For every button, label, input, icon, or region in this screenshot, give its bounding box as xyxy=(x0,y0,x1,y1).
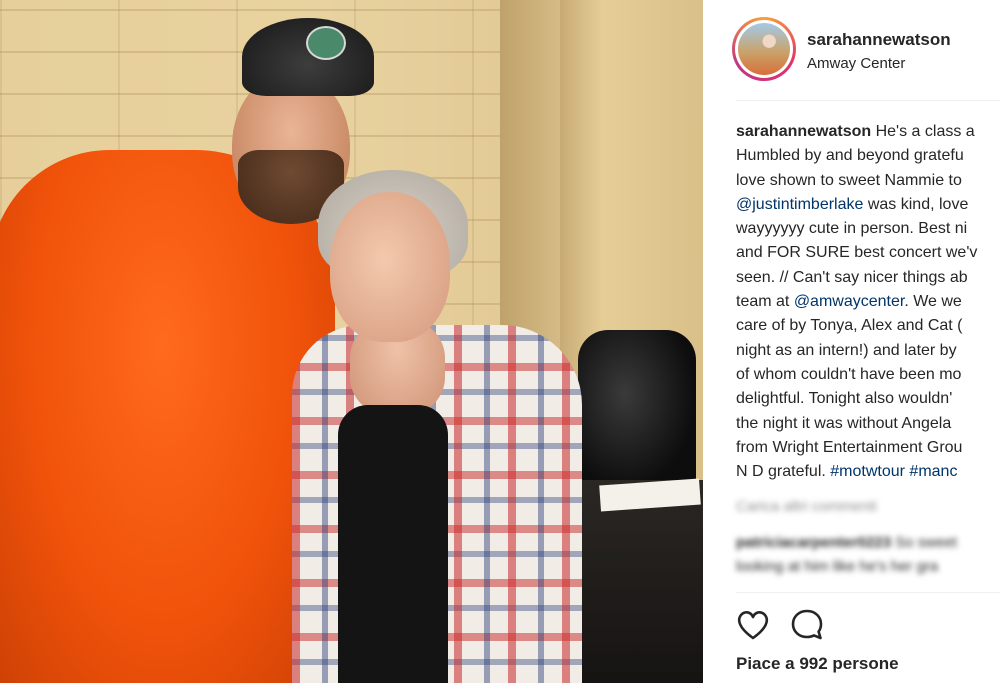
heart-icon[interactable] xyxy=(735,607,771,643)
hashtag-link[interactable]: #manc xyxy=(909,463,957,480)
caption-text: the night it was without Angela xyxy=(736,414,952,432)
comment-text: looking at him like he's her gra xyxy=(736,558,939,575)
man-orange-hoodie xyxy=(0,150,335,683)
username-link[interactable]: sarahannewatson xyxy=(807,30,951,50)
caption-text: from Wright Entertainment Grou xyxy=(736,438,963,456)
comment: patriciacarpenter0223 So sweet xyxy=(736,534,1000,551)
caption-text: delightful. Tonight also wouldn' xyxy=(736,390,953,408)
caption-text: . We we xyxy=(904,293,962,311)
caption-text: care of by Tonya, Alex and Cat ( xyxy=(736,317,963,335)
caption-text: seen. // Can't say nicer things ab xyxy=(736,268,968,286)
hashtag-link[interactable]: #motwtour xyxy=(830,463,905,480)
divider xyxy=(736,100,1000,101)
post-sidebar: sarahannewatson Amway Center sarahannewa… xyxy=(703,0,1000,683)
caption-text: love shown to sweet Nammie to xyxy=(736,171,962,189)
load-more-comments[interactable]: Carica altri commenti xyxy=(736,498,1000,515)
woman-black-top xyxy=(338,405,448,683)
likes-count[interactable]: Piace a 992 persone xyxy=(736,654,899,674)
caption-text: was kind, love xyxy=(863,195,969,213)
post-header: sarahannewatson Amway Center xyxy=(703,0,1000,100)
mention-link[interactable]: @amwaycenter xyxy=(794,293,905,310)
avatar-image xyxy=(738,23,790,75)
avatar[interactable] xyxy=(732,17,796,81)
caption-text: He's a class a xyxy=(871,123,975,140)
post-photo[interactable] xyxy=(0,0,703,683)
caption-text: Humbled by and beyond gratefu xyxy=(736,147,964,165)
man-cap xyxy=(242,18,374,96)
caption-text: and FOR SURE best concert we'v xyxy=(736,244,978,262)
divider xyxy=(736,592,1000,593)
woman-face xyxy=(330,192,450,342)
caption-text: team at xyxy=(736,293,794,311)
mention-link[interactable]: @justintimberlake xyxy=(736,196,863,213)
caption: sarahannewatson He's a class a Humbled b… xyxy=(736,120,1000,484)
caption-text: N D grateful. xyxy=(736,463,831,481)
cap-badge xyxy=(306,26,346,60)
caption-text: night as an intern!) and later by xyxy=(736,341,957,359)
caption-username[interactable]: sarahannewatson xyxy=(736,123,871,140)
caption-text: of whom couldn't have been mo xyxy=(736,365,962,383)
office-chair xyxy=(578,330,696,490)
comment-bubble-icon[interactable] xyxy=(789,607,825,643)
caption-text: wayyyyyy cute in person. Best ni xyxy=(736,220,968,238)
comment-username[interactable]: patriciacarpenter0223 xyxy=(736,534,891,551)
location-link[interactable]: Amway Center xyxy=(807,55,905,72)
avatar-frame xyxy=(735,20,793,78)
comment-text: So sweet xyxy=(891,534,957,551)
